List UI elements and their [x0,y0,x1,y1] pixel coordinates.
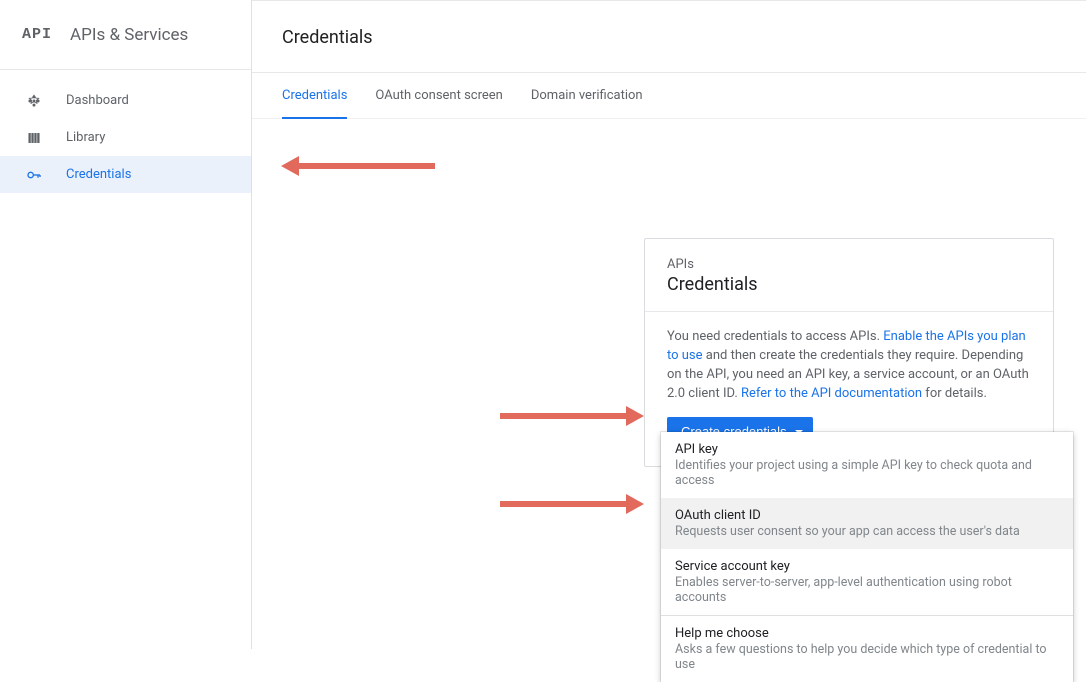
tabs: Credentials OAuth consent screen Domain … [252,73,1086,119]
page-title: Credentials [252,0,1086,73]
dropdown-item-oauth-client-id[interactable]: OAuth client ID Requests user consent so… [661,498,1073,549]
annotation-arrow-1 [295,163,435,169]
sidebar-item-label: Dashboard [66,93,129,108]
dropdown-item-sub: Requests user consent so your app can ac… [675,524,1059,539]
card-title: Credentials [667,274,1031,295]
main-content: Credentials Credentials OAuth consent sc… [252,0,1086,119]
tab-credentials[interactable]: Credentials [282,73,347,119]
tab-domain-verification[interactable]: Domain verification [531,73,643,119]
dropdown-item-title: OAuth client ID [675,508,1059,523]
product-title: APIs & Services [70,25,188,45]
dashboard-icon [24,94,44,108]
create-credentials-dropdown: API key Identifies your project using a … [661,432,1073,682]
sidebar-nav: Dashboard Library Credentials [0,70,251,193]
card-eyebrow: APIs [667,257,1031,272]
annotation-arrow-2 [500,413,630,419]
card-header: APIs Credentials [645,239,1053,312]
card-body-text: for details. [922,386,987,401]
sidebar: API APIs & Services Dashboard Library Cr… [0,0,252,649]
library-icon [24,131,44,145]
api-documentation-link[interactable]: Refer to the API documentation [741,386,922,401]
sidebar-header: API APIs & Services [0,0,251,70]
dropdown-item-sub: Enables server-to-server, app-level auth… [675,575,1059,605]
sidebar-item-dashboard[interactable]: Dashboard [0,82,251,119]
key-icon [24,167,44,183]
sidebar-item-label: Credentials [66,167,131,182]
sidebar-item-library[interactable]: Library [0,119,251,156]
dropdown-item-sub: Identifies your project using a simple A… [675,458,1059,488]
dropdown-item-sub: Asks a few questions to help you decide … [675,642,1059,672]
annotation-arrow-3 [500,501,630,507]
dropdown-item-api-key[interactable]: API key Identifies your project using a … [661,432,1073,498]
dropdown-item-title: API key [675,442,1059,457]
tab-oauth-consent-screen[interactable]: OAuth consent screen [375,73,502,119]
card-body-text: You need credentials to access APIs. [667,329,883,344]
sidebar-item-label: Library [66,130,105,145]
dropdown-item-service-account-key[interactable]: Service account key Enables server-to-se… [661,549,1073,615]
dropdown-item-help-me-choose[interactable]: Help me choose Asks a few questions to h… [661,616,1073,682]
sidebar-item-credentials[interactable]: Credentials [0,156,251,193]
dropdown-item-title: Help me choose [675,626,1059,641]
dropdown-item-title: Service account key [675,559,1059,574]
api-logo-glyph: API [22,26,52,43]
